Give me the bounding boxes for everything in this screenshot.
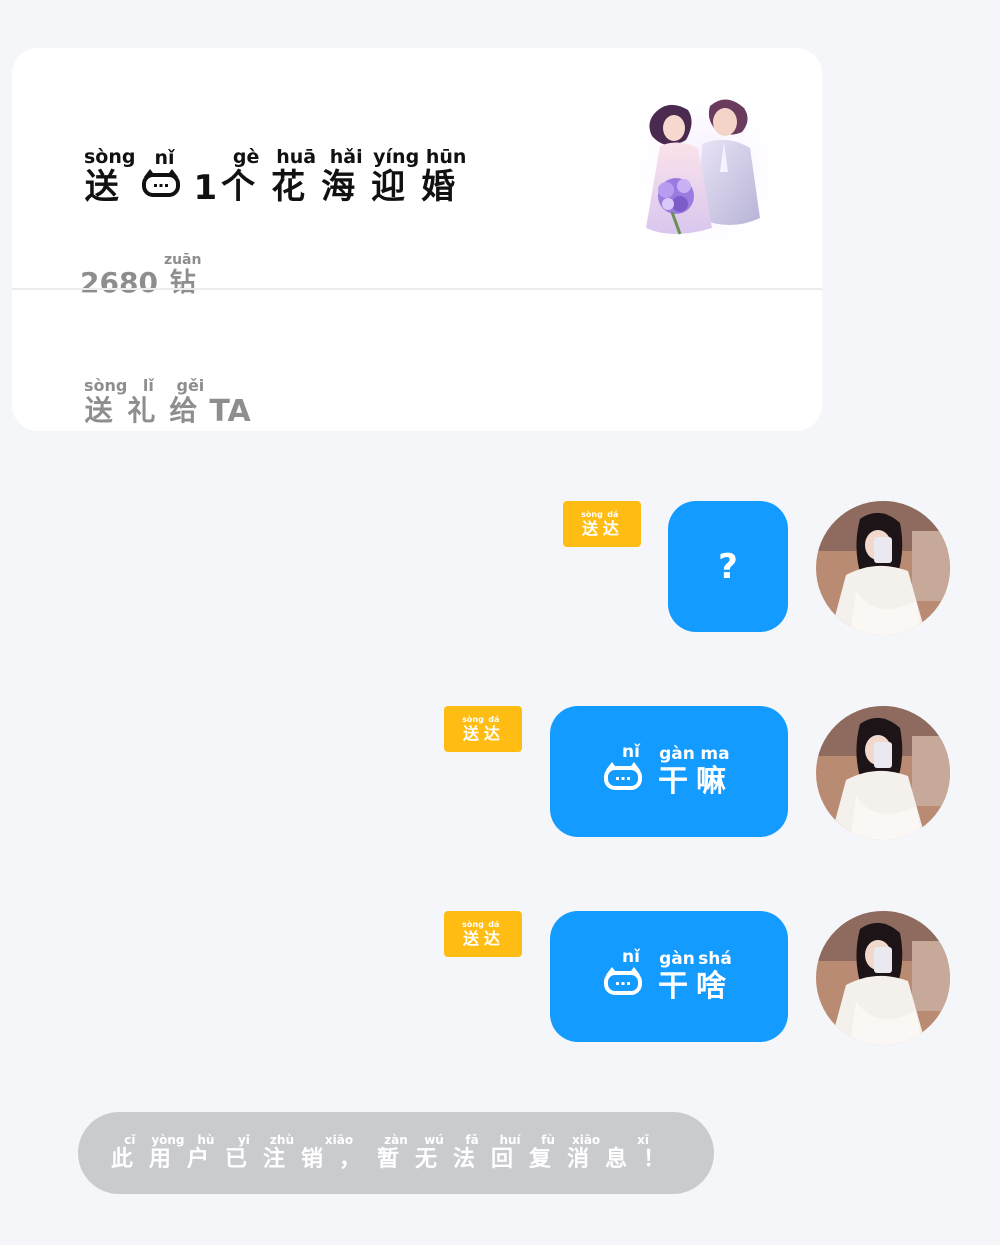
account-deactivated-notice: 此cǐ 用yòng 户hù 已yǐ 注zhù 销，xiāo 暂zàn 无wú 法… — [78, 1112, 714, 1194]
gift-card[interactable]: 送sòng nǐ 1 个gè 花huā 海hǎi 迎yíng 婚hūn 2680… — [12, 48, 822, 431]
gift-price-unit: 钻zuān — [163, 252, 202, 298]
card-divider — [12, 288, 822, 290]
message-text: nǐ 干gàn 嘛ma — [604, 742, 734, 800]
message-char: 干gàn — [658, 948, 696, 1004]
message-text: nǐ 干gàn 啥shá — [604, 947, 734, 1005]
user-avatar[interactable] — [816, 501, 950, 635]
gift-price-amount: 2680 — [80, 266, 158, 299]
delivered-tag: 送sòng 达dá — [563, 501, 641, 547]
gift-price: 2680 钻zuān — [80, 252, 202, 299]
gift-title: 送sòng nǐ 1 个gè 花huā 海hǎi 迎yíng 婚hūn — [84, 146, 472, 208]
send-gift-char: 礼lǐ — [127, 376, 170, 427]
message-bubble[interactable]: nǐ 干gàn 嘛ma — [550, 706, 788, 837]
message-char: 嘛ma — [696, 743, 734, 799]
gift-title-pronoun: nǐ — [136, 147, 194, 208]
wedding-couple-with-bouquet-image — [632, 84, 782, 244]
message-char: 干gàn — [658, 743, 696, 799]
user-avatar[interactable] — [816, 706, 950, 840]
delivered-tag: 送sòng 达dá — [444, 706, 522, 752]
gift-title-char: 个gè — [221, 146, 272, 207]
message-bubble[interactable]: ? — [668, 501, 788, 632]
cat-face-icon — [604, 966, 642, 995]
user-avatar[interactable] — [816, 911, 950, 1045]
message-pronoun: nǐ — [604, 742, 658, 800]
gift-title-char: 送sòng — [84, 146, 136, 207]
gift-title-char: 花huā — [271, 146, 322, 207]
gift-title-char: 婚hūn — [421, 146, 472, 207]
cat-face-icon — [141, 169, 180, 197]
gift-count: 1 — [193, 168, 218, 208]
gift-title-char: 海hǎi — [321, 146, 372, 207]
message-pronoun: nǐ — [604, 947, 658, 1005]
send-gift-char: 送sòng — [84, 376, 128, 427]
message-bubble[interactable]: nǐ 干gàn 啥shá — [550, 911, 788, 1042]
send-gift-target: TA — [209, 394, 251, 429]
cat-face-icon — [604, 761, 642, 790]
gift-title-char: 迎yíng — [371, 146, 422, 207]
message-char: 啥shá — [696, 948, 734, 1004]
message-text: ? — [718, 546, 738, 587]
send-gift-button[interactable]: 送sòng 礼lǐ 给gěi TA — [84, 376, 251, 429]
send-gift-char: 给gěi — [169, 376, 212, 427]
delivered-tag: 送sòng 达dá — [444, 911, 522, 957]
notice-text: 此cǐ 用yòng 户hù 已yǐ 注zhù 销，xiāo 暂zàn 无wú 法… — [110, 1132, 682, 1172]
